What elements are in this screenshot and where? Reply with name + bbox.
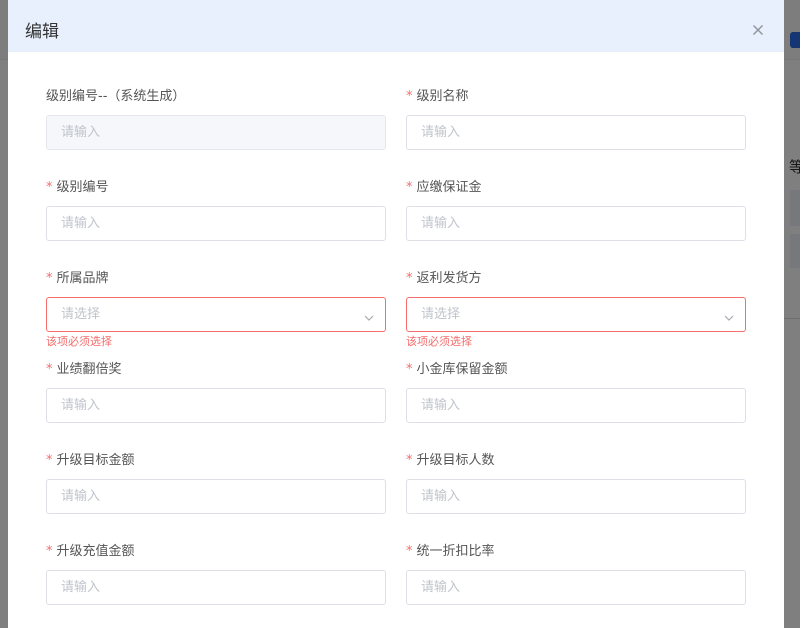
upgrade-target-amount-input[interactable]: [46, 479, 386, 514]
close-button[interactable]: [748, 20, 768, 40]
select-placeholder: 请选择: [61, 307, 101, 322]
field-label: * 级别名称: [406, 89, 469, 104]
dialog-title: 编辑: [25, 22, 59, 42]
field-label: * 所属品牌: [46, 271, 109, 286]
chevron-down-icon: [723, 309, 735, 321]
rebate-shipper-error-message: 该项必须选择: [406, 335, 472, 348]
field-label: 级别编号--（系统生成）: [46, 89, 186, 104]
performance-double-input[interactable]: [46, 388, 386, 423]
rebate-shipper-select[interactable]: 请选择: [406, 297, 746, 332]
field-label: * 小金库保留金额: [406, 362, 508, 377]
field-label: * 升级充值金额: [46, 544, 135, 559]
field-label: * 统一折扣比率: [406, 544, 495, 559]
level-code-input[interactable]: [46, 206, 386, 241]
unified-discount-input[interactable]: [406, 570, 746, 605]
field-label: * 业绩翻倍奖: [46, 362, 122, 377]
vault-reserve-input[interactable]: [406, 388, 746, 423]
deposit-input[interactable]: [406, 206, 746, 241]
field-label: * 应缴保证金: [406, 180, 482, 195]
dialog-header: 编辑: [8, 0, 784, 52]
brand-error-message: 该项必须选择: [46, 335, 112, 348]
upgrade-recharge-input[interactable]: [46, 570, 386, 605]
select-placeholder: 请选择: [421, 307, 461, 322]
chevron-down-icon: [363, 309, 375, 321]
field-label: * 升级目标金额: [46, 453, 135, 468]
level-name-input[interactable]: [406, 115, 746, 150]
field-label: * 返利发货方: [406, 271, 482, 286]
field-label: * 升级目标人数: [406, 453, 495, 468]
close-icon: [748, 20, 768, 40]
edit-dialog: 编辑 级别编号--（系统生成） *级别名称 *级别编号 *应缴保证金 *所属品牌…: [8, 0, 784, 628]
level-code-auto-input: [46, 115, 386, 150]
field-label: * 级别编号: [46, 180, 109, 195]
brand-select[interactable]: 请选择: [46, 297, 386, 332]
upgrade-target-people-input[interactable]: [406, 479, 746, 514]
